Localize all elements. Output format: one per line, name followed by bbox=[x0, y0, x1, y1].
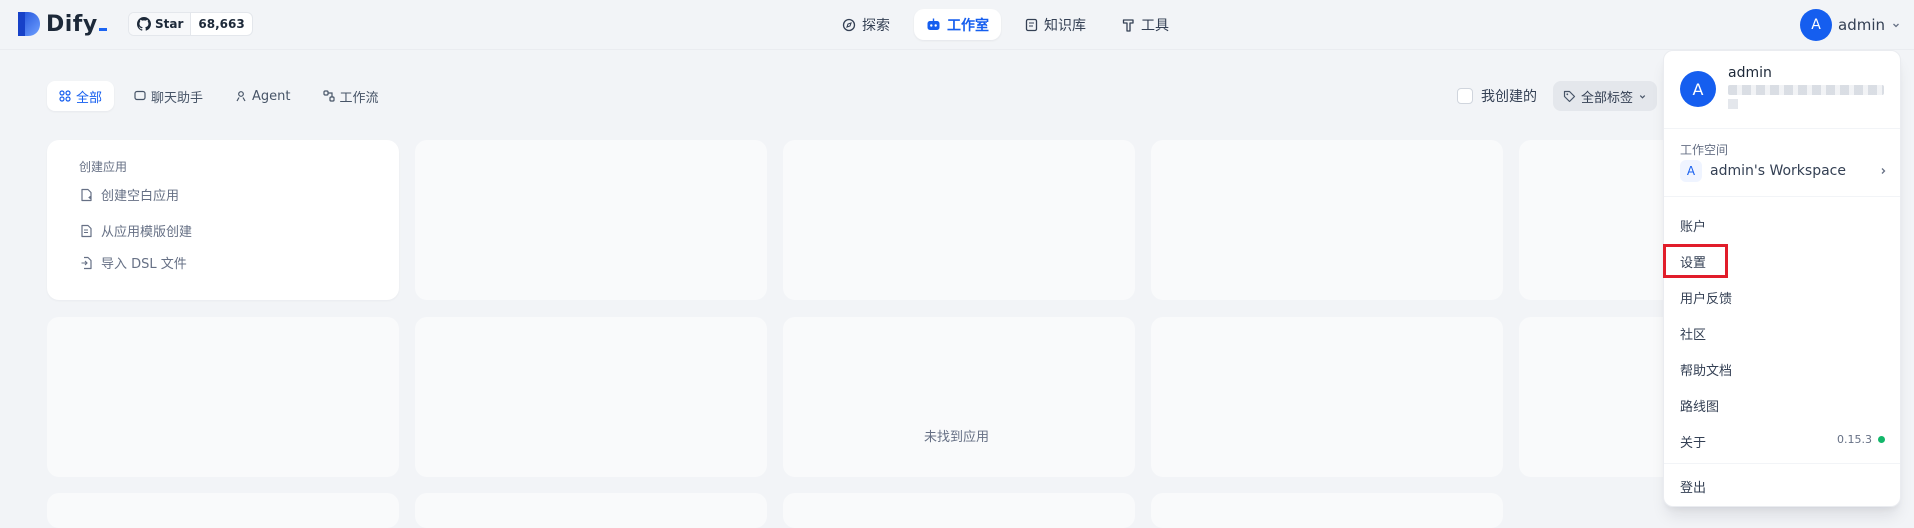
nav-tools[interactable]: 工具 bbox=[1110, 9, 1181, 40]
app-card-placeholder bbox=[1151, 493, 1503, 528]
version-badge: 0.15.3 bbox=[1837, 433, 1885, 446]
app-type-tabs: 全部 聊天助手 Agent 工作流 bbox=[47, 81, 391, 111]
app-card-placeholder bbox=[415, 140, 767, 300]
divider bbox=[1664, 196, 1900, 197]
chevron-down-icon bbox=[1638, 92, 1647, 101]
redacted-email bbox=[1728, 85, 1884, 95]
app-card-placeholder bbox=[415, 493, 767, 528]
workspace-badge: A bbox=[1680, 160, 1702, 182]
chat-icon bbox=[134, 90, 146, 102]
logo-mark-icon bbox=[16, 10, 42, 38]
github-star-label: Star bbox=[155, 17, 184, 31]
redacted-email bbox=[1728, 99, 1738, 109]
template-icon bbox=[80, 224, 93, 238]
divider bbox=[1664, 463, 1900, 464]
empty-state-text: 未找到应用 bbox=[924, 430, 990, 445]
menu-item-community[interactable]: 社区 bbox=[1680, 324, 1706, 343]
app-card-placeholder bbox=[1151, 317, 1503, 477]
tag-filter-select[interactable]: 全部标签 bbox=[1553, 81, 1658, 111]
created-by-me-label: 我创建的 bbox=[1481, 89, 1537, 105]
app-card-placeholder bbox=[47, 317, 399, 477]
dropdown-user-name: admin bbox=[1728, 65, 1772, 81]
compass-icon bbox=[842, 18, 856, 32]
blank-file-icon bbox=[80, 188, 93, 202]
create-from-template-button[interactable]: 从应用模版创建 bbox=[80, 221, 192, 240]
avatar: A bbox=[1800, 9, 1832, 41]
version-text: 0.15.3 bbox=[1837, 433, 1872, 446]
dify-logo[interactable]: Dify bbox=[16, 10, 107, 38]
import-icon bbox=[80, 256, 93, 270]
tab-workflow[interactable]: 工作流 bbox=[311, 81, 391, 111]
tab-agent-label: Agent bbox=[252, 88, 291, 104]
tag-icon bbox=[1563, 90, 1576, 103]
github-icon bbox=[137, 17, 151, 31]
app-card-placeholder bbox=[783, 140, 1135, 300]
hammer-icon bbox=[1122, 18, 1135, 32]
created-by-me-filter[interactable]: 我创建的 bbox=[1457, 86, 1537, 106]
nav-studio-label: 工作室 bbox=[947, 17, 989, 34]
chevron-right-icon bbox=[1878, 166, 1888, 176]
create-blank-app-button[interactable]: 创建空白应用 bbox=[80, 185, 179, 204]
app-card-placeholder bbox=[47, 493, 399, 528]
github-star-button[interactable]: Star bbox=[129, 13, 192, 35]
create-app-card: 创建应用 创建空白应用 从应用模版创建 导入 DSL 文件 bbox=[47, 140, 399, 300]
user-dropdown-menu: A admin 工作空间 A admin's Workspace 账户 设置 用… bbox=[1663, 50, 1901, 507]
nav-knowledge[interactable]: 知识库 bbox=[1013, 9, 1098, 40]
menu-item-logout[interactable]: 登出 bbox=[1680, 477, 1706, 496]
app-card-placeholder bbox=[1151, 140, 1503, 300]
agent-icon bbox=[235, 90, 247, 102]
main-nav: 探索 工作室 知识库 工具 bbox=[830, 9, 1181, 40]
create-blank-app-label: 创建空白应用 bbox=[101, 189, 180, 204]
tab-all-label: 全部 bbox=[76, 90, 103, 106]
top-header: Dify Star 68,663 探索 工作室 知识库 工具 A admin bbox=[0, 0, 1914, 50]
nav-tools-label: 工具 bbox=[1141, 17, 1169, 34]
chevron-down-icon bbox=[1891, 20, 1901, 30]
workspace-switcher[interactable]: A admin's Workspace bbox=[1680, 159, 1888, 183]
tab-workflow-label: 工作流 bbox=[339, 90, 379, 106]
dropdown-user-header: A admin bbox=[1664, 51, 1900, 129]
nav-studio[interactable]: 工作室 bbox=[914, 9, 1001, 40]
create-from-template-label: 从应用模版创建 bbox=[101, 225, 193, 240]
nav-explore[interactable]: 探索 bbox=[830, 9, 902, 40]
app-card-placeholder bbox=[783, 317, 1135, 477]
logo-text: Dify bbox=[46, 12, 107, 37]
github-star-widget[interactable]: Star 68,663 bbox=[128, 12, 253, 36]
settings-highlight-box bbox=[1663, 244, 1728, 278]
github-star-count[interactable]: 68,663 bbox=[191, 13, 251, 35]
menu-item-account[interactable]: 账户 bbox=[1680, 216, 1706, 235]
robot-icon bbox=[926, 18, 941, 32]
grid-icon bbox=[59, 90, 71, 102]
nav-explore-label: 探索 bbox=[862, 17, 890, 34]
workspace-name: admin's Workspace bbox=[1710, 163, 1846, 179]
user-name: admin bbox=[1838, 16, 1885, 34]
nav-knowledge-label: 知识库 bbox=[1044, 17, 1086, 34]
menu-item-roadmap[interactable]: 路线图 bbox=[1680, 396, 1719, 415]
status-dot bbox=[1878, 436, 1885, 443]
tab-all[interactable]: 全部 bbox=[47, 81, 115, 111]
book-icon bbox=[1025, 18, 1038, 32]
menu-item-docs[interactable]: 帮助文档 bbox=[1680, 360, 1732, 379]
tab-chatbot[interactable]: 聊天助手 bbox=[122, 81, 215, 111]
tag-filter-label: 全部标签 bbox=[1581, 90, 1634, 106]
created-by-me-checkbox[interactable] bbox=[1457, 88, 1473, 104]
tab-agent[interactable]: Agent bbox=[223, 81, 302, 111]
workflow-icon bbox=[322, 90, 335, 102]
user-menu-trigger[interactable]: A admin bbox=[1800, 9, 1901, 41]
avatar: A bbox=[1680, 71, 1716, 107]
tab-chatbot-label: 聊天助手 bbox=[151, 90, 204, 106]
menu-item-feedback[interactable]: 用户反馈 bbox=[1680, 288, 1732, 307]
import-dsl-label: 导入 DSL 文件 bbox=[101, 257, 187, 272]
workspace-section-label: 工作空间 bbox=[1680, 143, 1729, 157]
menu-item-about[interactable]: 关于 bbox=[1680, 432, 1706, 451]
import-dsl-button[interactable]: 导入 DSL 文件 bbox=[80, 253, 187, 272]
app-card-placeholder bbox=[783, 493, 1135, 528]
create-app-title: 创建应用 bbox=[79, 160, 128, 174]
app-card-placeholder bbox=[415, 317, 767, 477]
